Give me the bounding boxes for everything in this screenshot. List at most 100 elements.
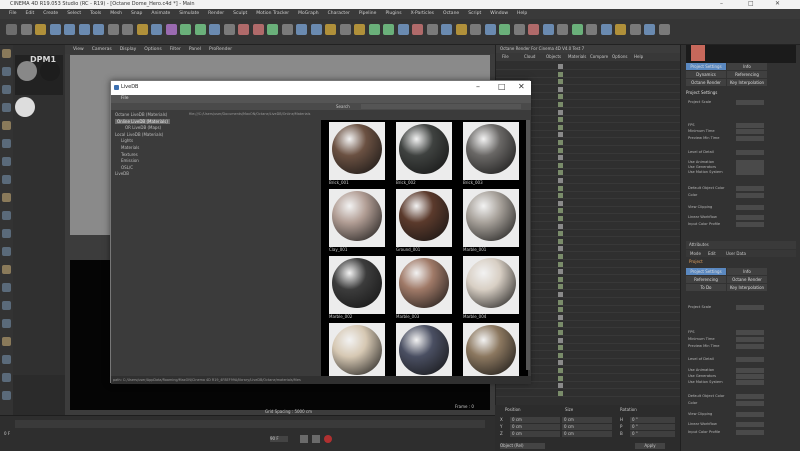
tree-node[interactable]: Online LiveDB (Materials) <box>115 118 170 124</box>
material-ball[interactable] <box>15 97 35 117</box>
attribute-field[interactable] <box>736 123 764 128</box>
coord-cell[interactable]: 0 cm <box>510 417 560 423</box>
toolbar-tool-icon[interactable] <box>354 24 365 35</box>
toolbar-tool-icon[interactable] <box>6 24 17 35</box>
toolbar-tool-icon[interactable] <box>151 24 162 35</box>
octane-menu-item[interactable]: Cloud <box>524 54 535 59</box>
tree-node[interactable]: Materials <box>121 145 139 150</box>
octane-menu-item[interactable]: Options <box>612 54 627 59</box>
menu-item[interactable]: Create <box>43 9 58 19</box>
left-tool-icon[interactable] <box>2 229 11 238</box>
menu-item[interactable]: Window <box>490 9 508 19</box>
left-tool-icon[interactable] <box>2 211 11 220</box>
attribute-row[interactable]: Color <box>688 193 798 199</box>
tab-referencing[interactable]: Referencing <box>727 71 767 78</box>
tree-node[interactable]: Lights <box>121 138 133 143</box>
search-input[interactable] <box>361 104 521 109</box>
toolbar-tool-icon[interactable] <box>209 24 220 35</box>
octane-menu-item[interactable]: Objects <box>546 54 561 59</box>
attribute-field[interactable] <box>736 401 764 406</box>
toolbar-tool-icon[interactable] <box>586 24 597 35</box>
viewport-menu-item[interactable]: Display <box>120 45 137 54</box>
toolbar-tool-icon[interactable] <box>49 24 61 35</box>
material-tile[interactable]: Marble_005 <box>329 323 385 379</box>
toolbar-tool-icon[interactable] <box>484 24 496 35</box>
left-tool-icon[interactable] <box>2 67 11 76</box>
tree-node[interactable]: OSL/C <box>121 165 133 170</box>
toolbar-tool-icon[interactable] <box>310 24 322 35</box>
tab-key-interpolation-2[interactable]: Key Interpolation <box>727 284 767 291</box>
menu-item[interactable]: Render <box>208 9 224 19</box>
viewport-menu-item[interactable]: Options <box>144 45 161 54</box>
object-row[interactable] <box>496 63 681 70</box>
toolbar-tool-icon[interactable] <box>35 24 46 35</box>
toolbar-tool-icon[interactable] <box>165 24 177 35</box>
coord-cell[interactable]: 0 cm <box>562 424 612 430</box>
toolbar-tool-icon[interactable] <box>658 24 670 35</box>
play-icon[interactable] <box>300 435 308 443</box>
attribute-row[interactable]: Preview Min Time <box>688 344 798 350</box>
tab-octane-render[interactable]: Octane Render <box>686 79 726 86</box>
attribute-field[interactable] <box>736 305 764 310</box>
attribute-field[interactable] <box>736 215 764 220</box>
toolbar-tool-icon[interactable] <box>223 24 235 35</box>
attribute-field[interactable] <box>736 100 764 105</box>
attribute-row[interactable]: Project Scale <box>688 305 798 311</box>
left-tool-icon[interactable] <box>2 121 11 130</box>
coord-cell[interactable]: 0 cm <box>562 431 612 437</box>
tab-key-interpolation[interactable]: Key Interpolation <box>727 79 767 86</box>
menu-item[interactable]: Select <box>67 9 81 19</box>
attribute-field[interactable] <box>736 357 764 362</box>
attribute-field[interactable] <box>736 170 764 175</box>
toolbar-tool-icon[interactable] <box>383 24 394 35</box>
left-tool-icon[interactable] <box>2 337 11 346</box>
attribute-row[interactable]: FPS <box>688 330 798 336</box>
toolbar-tool-icon[interactable] <box>412 24 423 35</box>
attribute-row[interactable]: Use Motion System <box>688 380 798 386</box>
attribute-field[interactable] <box>736 193 764 198</box>
toolbar-tool-icon[interactable] <box>629 24 641 35</box>
tab-dynamics[interactable]: Dynamics <box>686 71 726 78</box>
viewport-menu-item[interactable]: View <box>73 45 84 54</box>
toolbar-tool-icon[interactable] <box>78 24 90 35</box>
dialog-maximize-icon[interactable]: □ <box>498 82 506 91</box>
tree-node[interactable]: Textures <box>121 152 138 157</box>
toolbar-tool-icon[interactable] <box>397 24 409 35</box>
left-tool-icon[interactable] <box>2 85 11 94</box>
left-tool-icon[interactable] <box>2 355 11 364</box>
dialog-minimize-icon[interactable]: – <box>476 82 480 91</box>
left-tool-icon[interactable] <box>2 103 11 112</box>
toolbar-tool-icon[interactable] <box>441 24 452 35</box>
left-tool-icon[interactable] <box>2 139 11 148</box>
menu-item[interactable]: Help <box>517 9 527 19</box>
menu-item[interactable]: Octane <box>443 9 459 19</box>
attribute-field[interactable] <box>736 394 764 399</box>
material-tile[interactable]: Metal_001 <box>396 323 452 379</box>
menu-item[interactable]: Sculpt <box>233 9 247 19</box>
timeline[interactable]: 0 F 90 F <box>0 415 495 451</box>
material-ball[interactable] <box>17 61 37 81</box>
toolbar-tool-icon[interactable] <box>194 24 206 35</box>
left-tool-icon[interactable] <box>2 193 11 202</box>
toolbar-tool-icon[interactable] <box>281 24 293 35</box>
octane-menu-item[interactable]: File <box>502 54 509 59</box>
timeline-ruler[interactable] <box>15 420 485 428</box>
viewport-menu-item[interactable]: Panel <box>189 45 201 54</box>
tree-node[interactable]: Octane LiveDB (Materials) <box>115 112 167 117</box>
toolbar-tool-icon[interactable] <box>339 24 351 35</box>
attribute-field[interactable] <box>736 136 764 141</box>
tab-project-settings-2[interactable]: Project Settings <box>686 268 726 275</box>
attribute-row[interactable]: View Clipping <box>688 412 798 418</box>
dialog-menu-file[interactable]: File <box>121 96 129 101</box>
left-tool-icon[interactable] <box>2 319 11 328</box>
left-tool-icon[interactable] <box>2 247 11 256</box>
tree-node[interactable]: Emission <box>121 158 139 163</box>
material-ball[interactable] <box>40 61 60 81</box>
toolbar-tool-icon[interactable] <box>557 24 568 35</box>
close-icon[interactable]: ✕ <box>775 0 780 7</box>
attribute-row[interactable]: Preview Min Time <box>688 136 798 142</box>
menu-item[interactable]: X-Particles <box>411 9 434 19</box>
left-tool-icon[interactable] <box>2 157 11 166</box>
attribute-field[interactable] <box>736 186 764 191</box>
material-tile[interactable]: Marble_002 <box>329 256 385 319</box>
